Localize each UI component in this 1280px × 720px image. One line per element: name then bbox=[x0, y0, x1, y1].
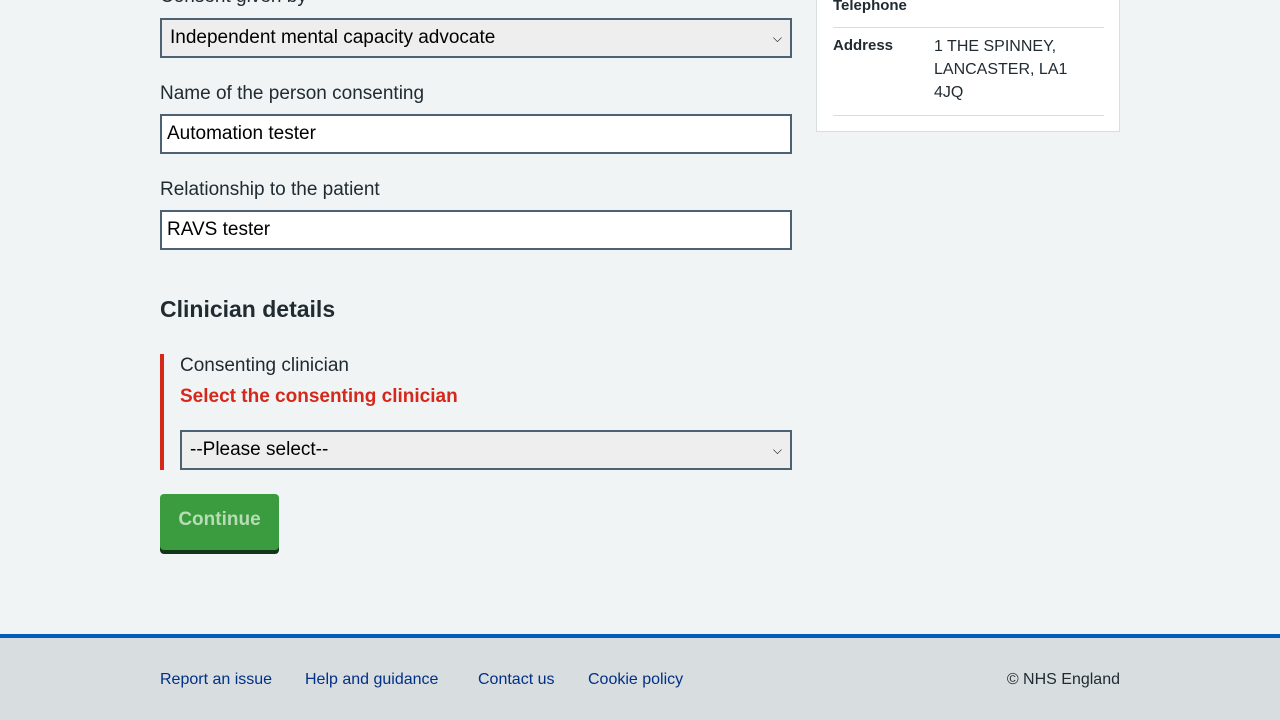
patient-details-panel: Telephone Address 1 THE SPINNEY, LANCAST… bbox=[816, 0, 1120, 132]
copyright-text: © NHS England bbox=[1006, 671, 1120, 688]
address-line-2: LANCASTER, LA1 bbox=[934, 61, 1068, 78]
consenting-clinician-error: Select the consenting clinician bbox=[180, 386, 458, 407]
continue-button[interactable]: Continue bbox=[160, 494, 279, 550]
clinician-details-heading: Clinician details bbox=[160, 296, 336, 322]
chevron-down-icon: ⌵ bbox=[772, 30, 782, 45]
footer-link-report-issue[interactable]: Report an issue bbox=[160, 671, 272, 689]
consenting-clinician-value: --Please select-- bbox=[190, 439, 329, 460]
address-line-1: 1 THE SPINNEY, bbox=[934, 38, 1057, 55]
consent-given-by-value: Independent mental capacity advocate bbox=[170, 27, 496, 48]
footer-link-cookie-policy[interactable]: Cookie policy bbox=[588, 671, 683, 689]
footer-link-help-guidance[interactable]: Help and guidance bbox=[305, 671, 438, 689]
consent-given-by-select[interactable]: Independent mental capacity advocate ⌵ bbox=[160, 18, 792, 58]
divider bbox=[833, 115, 1104, 116]
address-label: Address bbox=[833, 37, 894, 54]
footer-link-contact-us[interactable]: Contact us bbox=[478, 671, 554, 689]
name-input[interactable]: Automation tester bbox=[160, 114, 792, 154]
footer: Report an issue Help and guidance Contac… bbox=[0, 638, 1280, 720]
name-label: Name of the person consenting bbox=[160, 83, 425, 104]
consenting-clinician-label: Consenting clinician bbox=[180, 355, 349, 376]
divider bbox=[833, 27, 1104, 28]
relationship-input[interactable]: RAVS tester bbox=[160, 210, 792, 250]
relationship-label: Relationship to the patient bbox=[160, 179, 380, 200]
consenting-clinician-select[interactable]: --Please select-- ⌵ bbox=[180, 430, 792, 470]
address-line-3: 4JQ bbox=[934, 84, 964, 101]
chevron-down-icon: ⌵ bbox=[772, 442, 782, 457]
telephone-label: Telephone bbox=[833, 0, 907, 14]
page: Consent given by Independent mental capa… bbox=[0, 0, 1280, 720]
consent-given-by-label: Consent given by bbox=[160, 0, 307, 8]
